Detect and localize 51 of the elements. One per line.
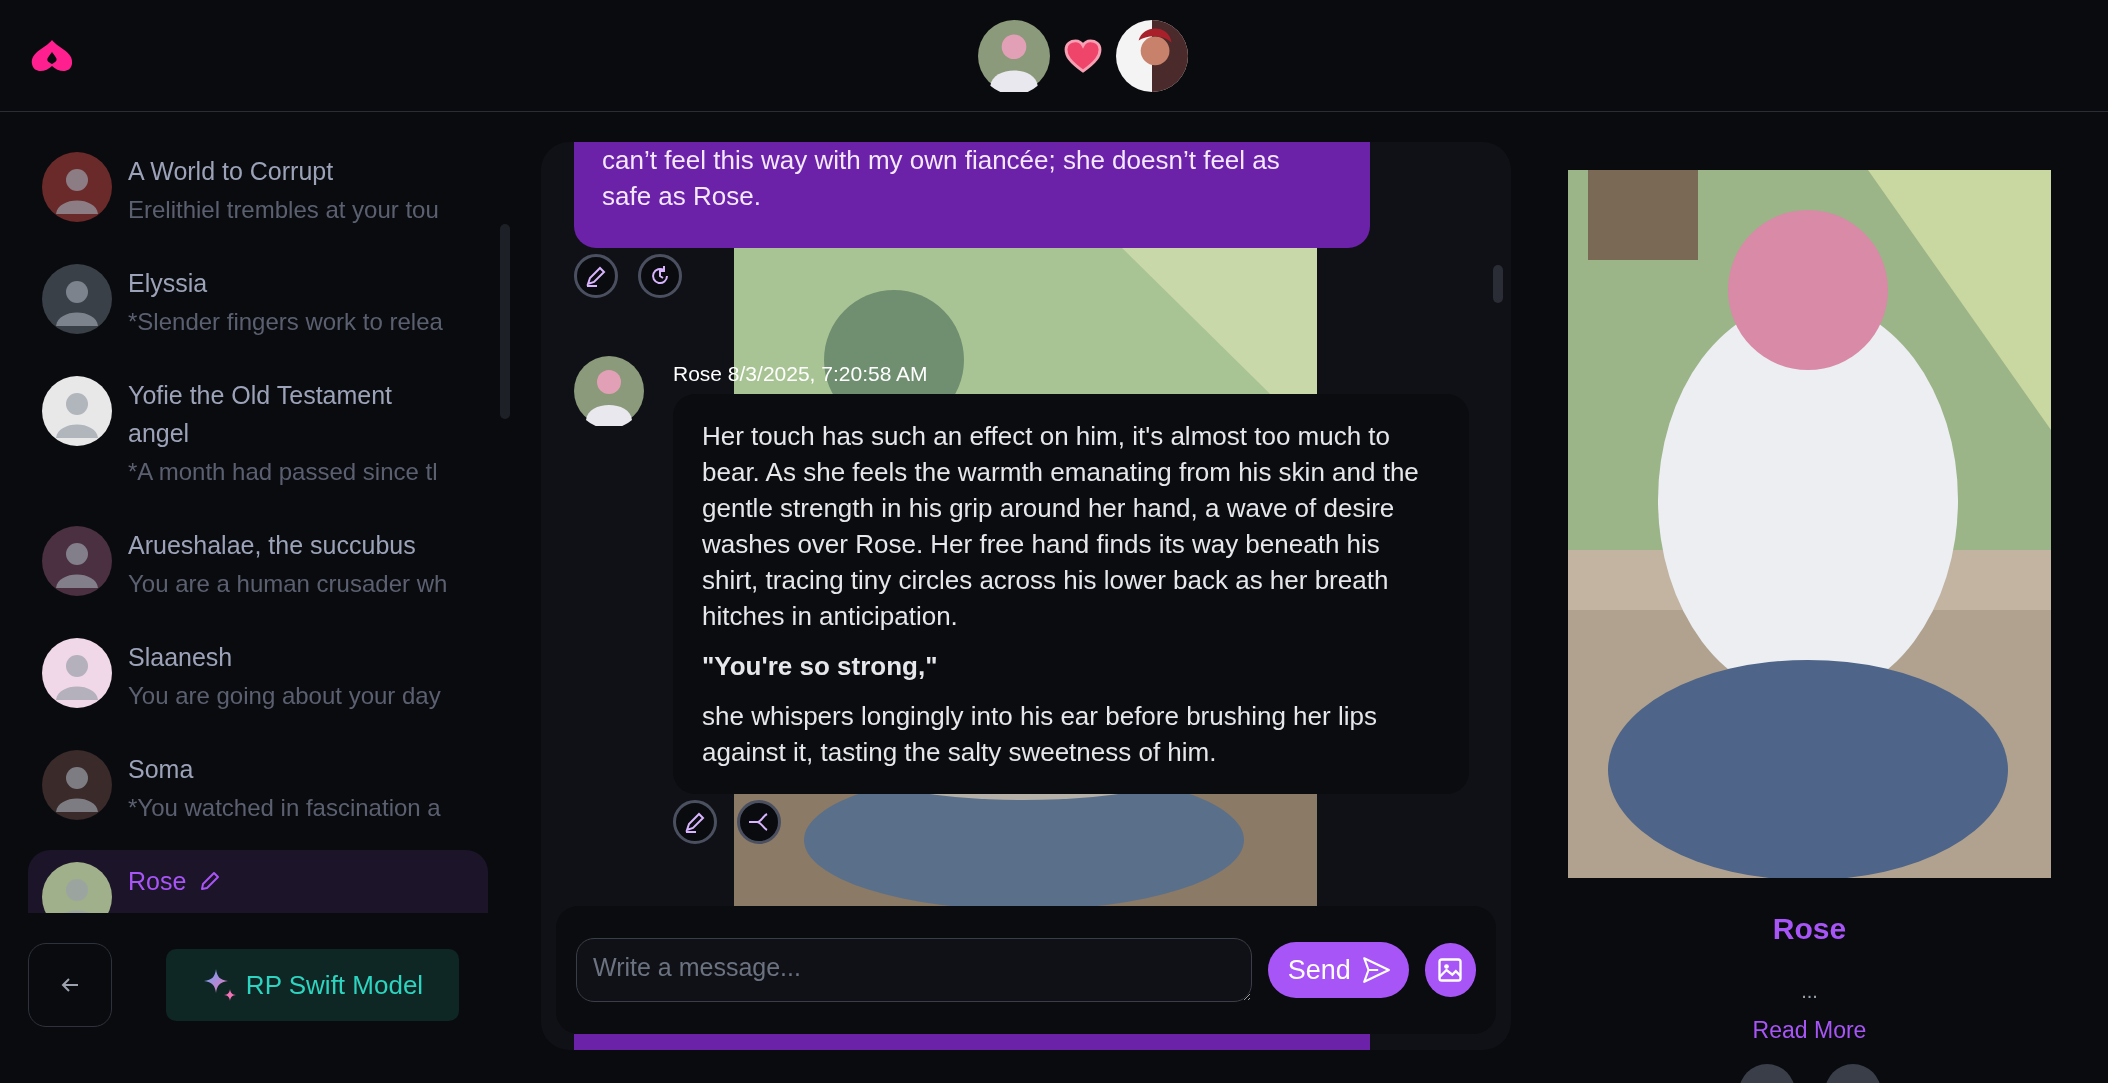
conversation-item[interactable]: Rose	[28, 850, 488, 913]
conversation-name: Slaanesh	[128, 642, 233, 673]
conversation-name: A World to Corrupt	[128, 156, 334, 187]
conversation-item[interactable]: Soma *You watched in fascination a	[28, 738, 488, 836]
send-button[interactable]: Send	[1267, 942, 1409, 998]
conversation-item[interactable]: Yofie the Old Testament angel *A month had passed since tl	[28, 364, 488, 500]
send-icon	[1360, 955, 1391, 985]
scrollbar-thumb[interactable]	[1493, 265, 1503, 303]
avatar	[42, 862, 112, 913]
model-button[interactable]: RP Swift Model	[166, 949, 459, 1021]
heart-icon	[1064, 39, 1102, 73]
read-more-link[interactable]: Read More	[1752, 1017, 1867, 1044]
avatar	[42, 264, 112, 334]
message-text: can’t feel this way with my own fiancée; she doesn’t feel as safe as Rose.	[602, 144, 1281, 213]
image-icon	[1436, 956, 1465, 984]
message-text: "You're so strong,"	[702, 650, 939, 683]
pencil-icon	[584, 264, 608, 288]
conversation-preview: *A month had passed since tl	[128, 457, 439, 487]
image-button[interactable]	[1424, 943, 1476, 997]
avatar	[42, 526, 112, 596]
conversation-preview: You are a human crusader wh	[128, 569, 449, 599]
pencil-icon	[683, 810, 707, 834]
message-text: she whispers longingly into his ear before brushing her lips against it, tasting the salty sweetness of him.	[702, 700, 1378, 769]
avatar	[42, 152, 112, 222]
conversation-item[interactable]: Slaanesh You are going about your day	[28, 626, 488, 724]
message-text: Her touch has such an effect on him, it's almost too much to bear. As she feels the warmth emanating from his skin and the gentle strength in his grip around her hand, a wave of desire washes over Rose. Her free hand finds its way beneath his shirt, tracing tiny circles across his lower back as her breath hitches in anticipation.	[702, 420, 1419, 633]
conversation-name: Yofie the Old Testament angel	[128, 380, 394, 449]
regenerate-button[interactable]	[638, 254, 682, 298]
conversation-name: Arueshalae, the succubus	[128, 530, 416, 561]
conversation-item[interactable]: Elyssia *Slender fingers work to relea	[28, 252, 488, 350]
avatar	[42, 750, 112, 820]
avatar	[42, 376, 112, 446]
message-input[interactable]: Write a message...	[576, 938, 1252, 1002]
conversation-name: Rose	[128, 866, 187, 897]
avatar	[42, 638, 112, 708]
conversation-item[interactable]: A World to Corrupt Erelithiel trembles at your tou	[28, 140, 488, 238]
character-name: Rose	[1772, 912, 1847, 946]
avatar	[1116, 20, 1188, 92]
edit-button[interactable]	[673, 800, 717, 844]
conversation-preview: *Slender fingers work to relea	[128, 307, 444, 337]
edit-button[interactable]	[574, 254, 618, 298]
conversation-preview: Erelithiel trembles at your tou	[128, 195, 440, 225]
conversation-name: Elyssia	[128, 268, 208, 299]
avatar	[574, 356, 644, 426]
character-summary: ...	[1801, 980, 1818, 1003]
avatar	[978, 20, 1050, 92]
conversation-item[interactable]: Arueshalae, the succubus You are a human crusader wh	[28, 514, 488, 612]
scrollbar-thumb[interactable]	[500, 224, 510, 419]
conversation-name: Soma	[128, 754, 194, 785]
conversation-preview: You are going about your day	[128, 681, 442, 711]
conversation-preview: *You watched in fascination a	[128, 793, 442, 823]
